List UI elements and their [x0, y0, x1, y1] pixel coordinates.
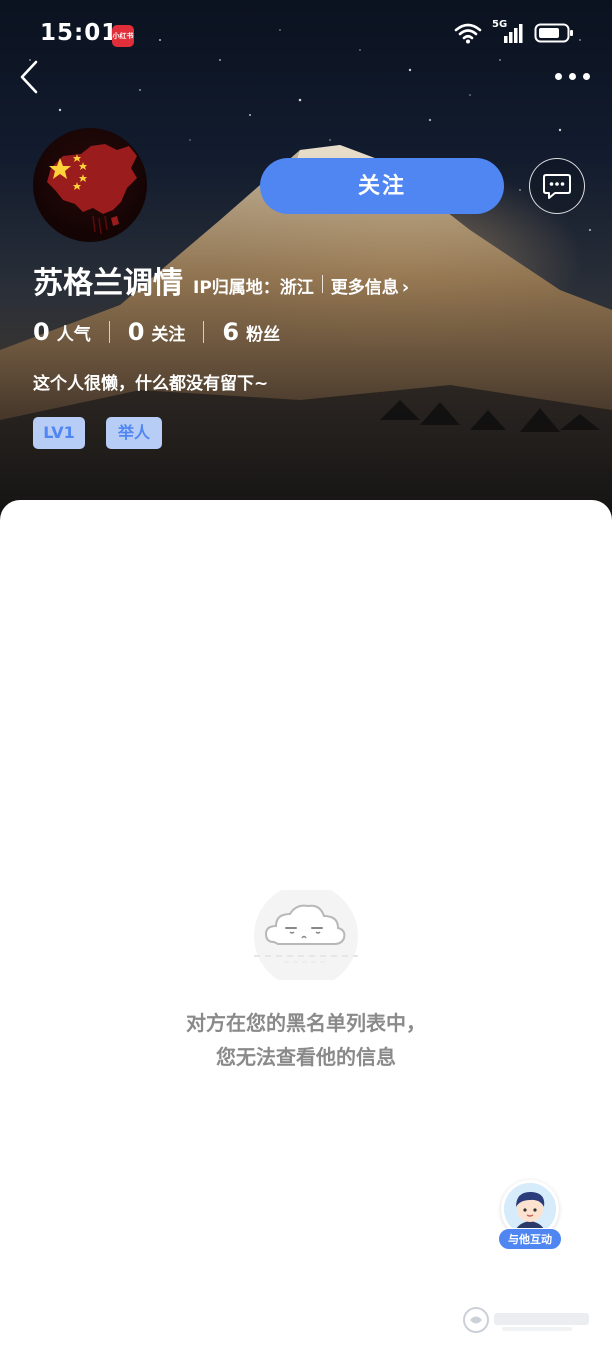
stat-number: 6 [222, 318, 240, 346]
sleepy-cloud-icon [254, 890, 358, 980]
cellular-signal-icon [504, 24, 523, 43]
profile-name-row: 苏格兰调情 IP归属地：浙江 更多信息 › [33, 258, 409, 302]
status-icons: 5G [454, 19, 574, 44]
blocked-message-line2: 您无法查看他的信息 [216, 1045, 396, 1069]
chevron-left-icon [20, 60, 38, 94]
status-time: 15:01 [40, 20, 119, 46]
stats-row: 0 人气 0 关注 6 粉丝 [33, 318, 280, 346]
stat-number: 0 [127, 318, 145, 346]
level-badge: LV1 [33, 417, 85, 449]
blocked-message: 对方在您的黑名单列表中， 您无法查看他的信息 [0, 1006, 612, 1074]
wifi-icon [454, 23, 482, 44]
more-dots-icon [583, 72, 590, 80]
ip-location: IP归属地：浙江 [193, 278, 314, 298]
rank-badge[interactable]: 举人 [106, 417, 162, 449]
app-notification-badge: 小红书 [112, 25, 134, 47]
more-info-link[interactable]: 更多信息 › [331, 273, 409, 298]
status-bar: 15:01 小红书 5G [0, 0, 612, 70]
more-dots-icon [569, 72, 576, 80]
more-info-label: 更多信息 [330, 278, 399, 298]
stat-label: 粉丝 [246, 325, 281, 345]
divider [321, 275, 323, 293]
profile-content-card: 对方在您的黑名单列表中， 您无法查看他的信息 与他互动 [0, 500, 612, 1350]
stat-followers[interactable]: 6 粉丝 [222, 318, 280, 346]
chevron-right-icon: › [401, 277, 410, 298]
stat-popularity: 0 人气 [33, 318, 91, 346]
divider [108, 321, 110, 343]
stat-label: 关注 [151, 325, 186, 345]
more-dots-icon [555, 72, 562, 80]
stat-following[interactable]: 0 关注 [128, 318, 186, 346]
profile-tags: LV1 举人 [33, 417, 162, 449]
follow-button[interactable]: 关注 [260, 158, 504, 214]
username: 苏格兰调情 [33, 266, 183, 301]
site-watermark-logo [463, 1307, 589, 1333]
user-bio: 这个人很懒，什么都没有留下~ [33, 374, 269, 394]
user-avatar[interactable] [33, 128, 147, 242]
back-button[interactable] [16, 58, 46, 96]
divider [203, 321, 205, 343]
china-map-avatar-image [47, 144, 137, 235]
chat-bubble-icon [543, 174, 571, 199]
interact-label: 与他互动 [498, 1228, 562, 1250]
more-options-button[interactable] [548, 66, 590, 86]
blocked-message-line1: 对方在您的黑名单列表中， [186, 1011, 426, 1035]
battery-icon [534, 23, 573, 43]
stat-label: 人气 [56, 325, 91, 345]
message-button[interactable] [529, 158, 585, 214]
stat-number: 0 [33, 318, 50, 346]
cellular-signal: 5G [492, 19, 524, 44]
interact-with-him-button[interactable]: 与他互动 [496, 1180, 564, 1258]
